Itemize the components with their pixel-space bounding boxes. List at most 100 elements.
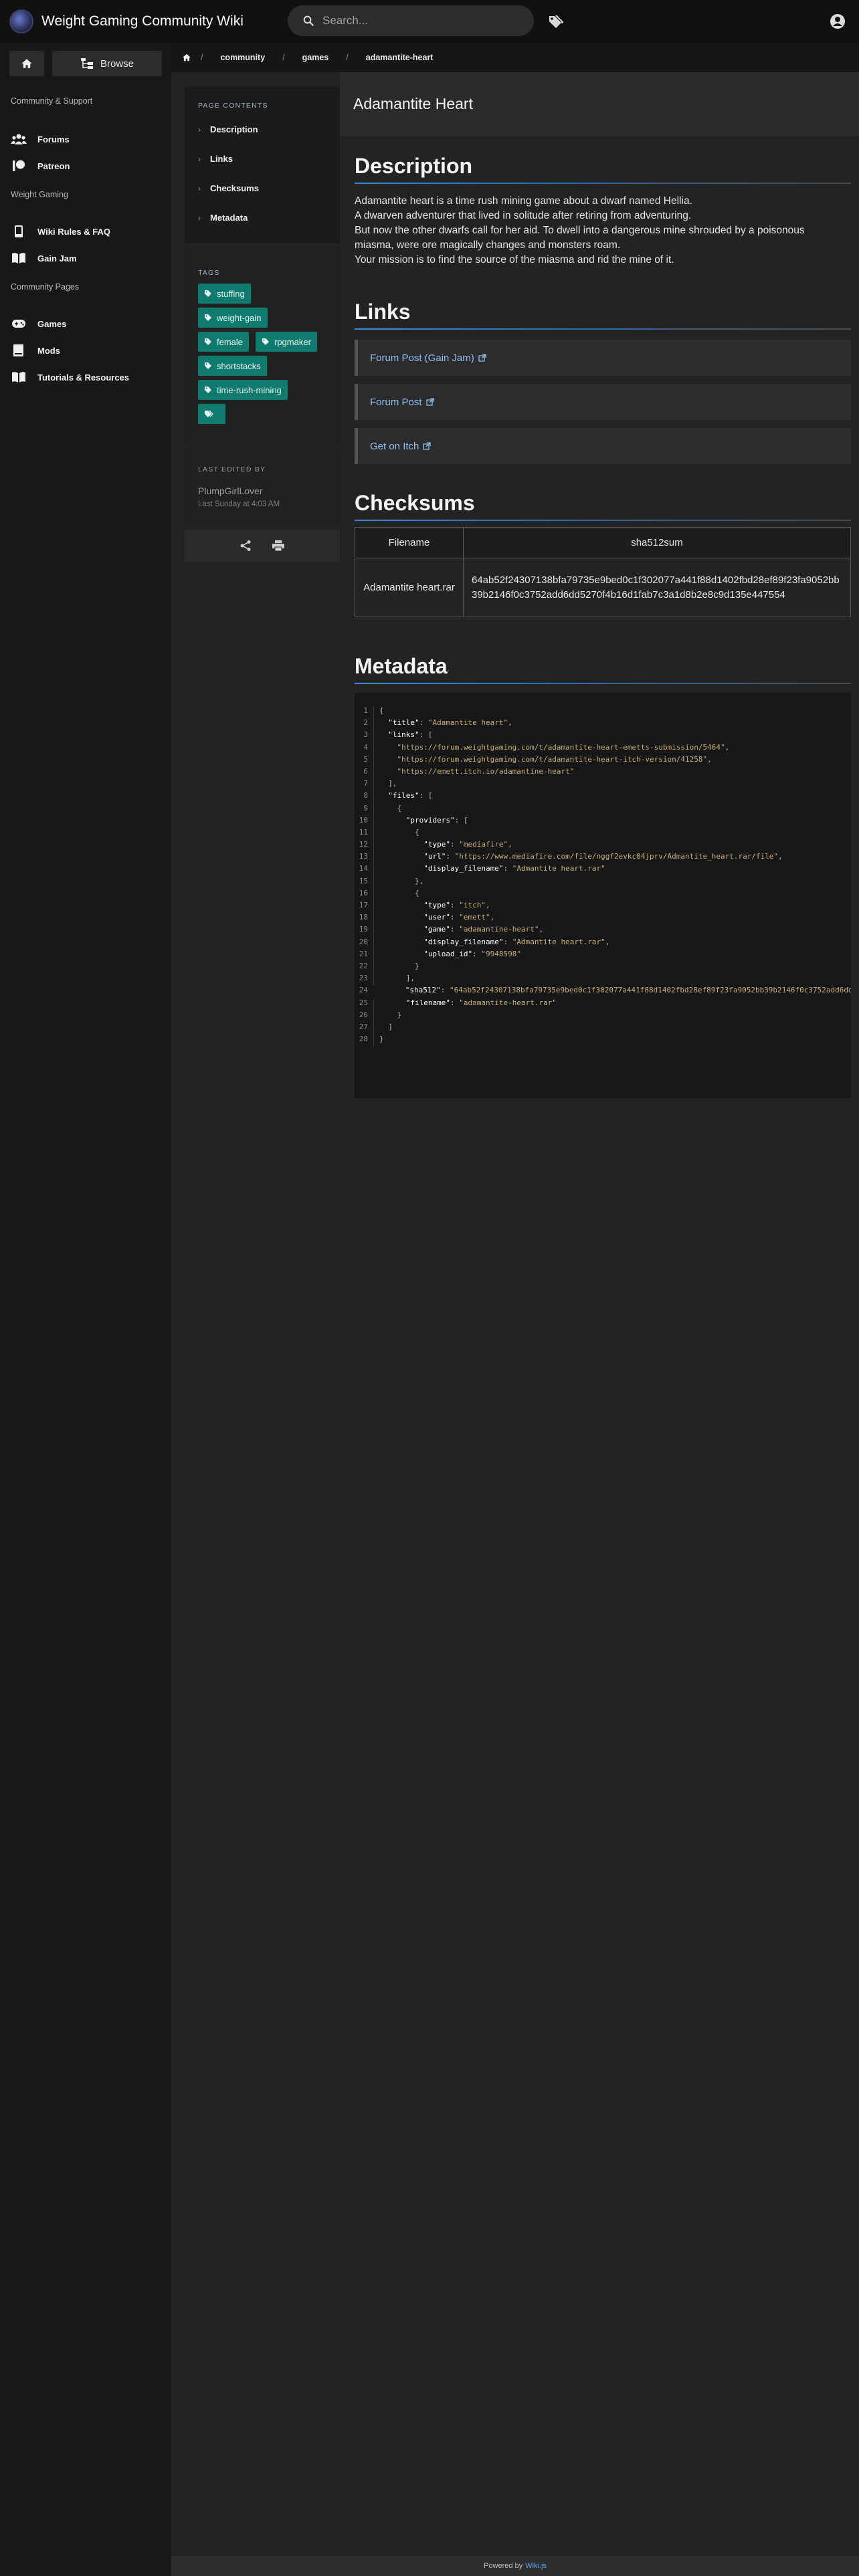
- nav-item-gain-jam[interactable]: Gain Jam: [11, 251, 77, 265]
- nav-item-patreon[interactable]: Patreon: [11, 159, 70, 173]
- code-gutter: [373, 937, 374, 950]
- code-text: "user": "emett",: [423, 913, 495, 922]
- toc-item-label: Metadata: [210, 213, 248, 223]
- breadcrumb-item-current[interactable]: adamantite-heart: [358, 51, 442, 64]
- code-text: ],: [379, 974, 415, 983]
- nav-item-forums[interactable]: Forums: [11, 132, 70, 146]
- home-icon[interactable]: [182, 53, 191, 62]
- home-icon: [21, 59, 32, 68]
- code-line: 6 "https://emett.itch.io/adamantine-hear…: [355, 766, 851, 780]
- breadcrumb-item-games[interactable]: games: [294, 51, 337, 64]
- tag-stuffing[interactable]: stuffing: [198, 284, 251, 304]
- last-edited-time: Last Sunday at 4:03 AM: [198, 500, 280, 508]
- toc-item-description[interactable]: › Description: [198, 124, 258, 134]
- print-icon[interactable]: [272, 540, 285, 552]
- book-icon: [13, 344, 23, 356]
- line-number: 25: [359, 998, 368, 1007]
- nav-item-label: Wiki Rules & FAQ: [37, 226, 110, 237]
- tag-rpgmaker[interactable]: rpgmaker: [256, 332, 317, 352]
- code-line: 22 }: [355, 961, 851, 974]
- code-gutter: [373, 1035, 374, 1047]
- tag-shortstacks[interactable]: shortstacks: [198, 356, 267, 376]
- code-line: 8 "files": [: [355, 791, 851, 804]
- site-title[interactable]: Weight Gaming Community Wiki: [41, 13, 244, 29]
- nav-header-community-support: Community & Support: [11, 96, 93, 106]
- breadcrumb: / community / games / adamantite-heart: [171, 43, 859, 72]
- code-line: 15 },: [355, 876, 851, 889]
- code-line: 10 "providers": [: [355, 815, 851, 828]
- footer-link-wikijs[interactable]: Wiki.js: [525, 2562, 547, 2570]
- phone-icon: [15, 225, 23, 237]
- nav-item-label: Gain Jam: [37, 253, 77, 263]
- tags-icon[interactable]: [547, 13, 565, 29]
- tag-label: rpgmaker: [274, 336, 311, 347]
- link-forum-post-gain-jam[interactable]: Forum Post (Gain Jam): [355, 340, 851, 376]
- code-gutter: [373, 974, 374, 986]
- code-gutter: [373, 730, 374, 743]
- metadata-code-block: 1{2 "title": "Adamantite heart", 3 "links…: [355, 693, 851, 1098]
- top-bar: Weight Gaming Community Wiki: [0, 0, 859, 43]
- code-line: 4 "https://forum.weightgaming.com/t/adam…: [355, 742, 851, 755]
- link-label: Get on Itch: [370, 440, 419, 452]
- tag-icon: [205, 338, 211, 345]
- line-number: 7: [363, 779, 368, 788]
- chevron-right-icon: ›: [198, 124, 201, 134]
- all-tags-button[interactable]: [198, 404, 225, 424]
- search-input[interactable]: [322, 14, 510, 27]
- browse-button[interactable]: Browse: [52, 51, 162, 76]
- line-number: 2: [363, 718, 368, 728]
- line-number: 9: [363, 803, 368, 813]
- nav-header-community-pages: Community Pages: [11, 282, 80, 292]
- line-number: 1: [363, 706, 368, 715]
- code-text: "type": "mediafire",: [423, 840, 512, 849]
- nav-header-weight-gaming: Weight Gaming: [11, 190, 68, 199]
- code-text: "game": "adamantine-heart",: [423, 925, 544, 934]
- nav-item-tutorials-resources[interactable]: Tutorials & Resources: [11, 370, 129, 384]
- code-gutter: [373, 998, 374, 1010]
- footer-text: Powered by: [484, 2562, 523, 2570]
- code-text: "type": "itch",: [423, 901, 490, 909]
- nav-item-label: Games: [37, 318, 67, 329]
- share-icon[interactable]: [240, 540, 252, 552]
- tag-female[interactable]: female: [198, 332, 250, 352]
- line-number: 27: [359, 1022, 368, 1031]
- nav-item-wiki-rules-faq[interactable]: Wiki Rules & FAQ: [11, 225, 110, 238]
- line-number: 13: [359, 852, 368, 861]
- line-number: 19: [359, 925, 368, 934]
- code-text: }: [379, 961, 419, 970]
- code-gutter: [373, 779, 374, 792]
- tag-time-rush-mining[interactable]: time-rush-mining: [198, 380, 288, 400]
- account-icon[interactable]: [830, 13, 846, 29]
- line-number: 17: [359, 901, 368, 909]
- code-line: 24 "sha512": "64ab52f24307138bfa79735e9b…: [355, 986, 851, 998]
- line-number: 10: [359, 815, 368, 825]
- tags-panel: TAGS stuffing weight-gain female rpgmake…: [185, 245, 340, 445]
- breadcrumb-item-community[interactable]: community: [212, 51, 273, 64]
- code-gutter: [373, 815, 374, 828]
- code-text: "display_filename": "Admantite heart.rar…: [423, 864, 605, 873]
- nav-item-label: Mods: [37, 345, 60, 356]
- site-logo[interactable]: [9, 9, 33, 33]
- code-gutter: [373, 803, 374, 816]
- toc-item-metadata[interactable]: › Metadata: [198, 213, 248, 223]
- link-forum-post[interactable]: Forum Post: [355, 384, 851, 420]
- description-line: Your mission is to find the source of th…: [355, 254, 674, 265]
- toc-item-checksums[interactable]: › Checksums: [198, 183, 259, 193]
- home-button[interactable]: [9, 51, 44, 76]
- line-number: 16: [359, 888, 368, 897]
- code-gutter: [373, 1022, 374, 1035]
- toc-item-links[interactable]: › Links: [198, 154, 233, 164]
- code-gutter: [373, 840, 374, 853]
- search-bar[interactable]: [288, 5, 534, 36]
- nav-item-mods[interactable]: Mods: [11, 344, 60, 357]
- code-text: ],: [379, 779, 397, 788]
- line-number: 18: [359, 913, 368, 922]
- code-gutter: [373, 791, 374, 804]
- tag-weight-gain[interactable]: weight-gain: [198, 308, 268, 328]
- nav-item-games[interactable]: Games: [11, 317, 66, 330]
- table-header-row: Filename sha512sum: [355, 527, 851, 558]
- tags-icon: [205, 410, 213, 417]
- code-text: }: [379, 1035, 384, 1044]
- code-line: 26 }: [355, 1010, 851, 1023]
- link-get-on-itch[interactable]: Get on Itch: [355, 428, 851, 464]
